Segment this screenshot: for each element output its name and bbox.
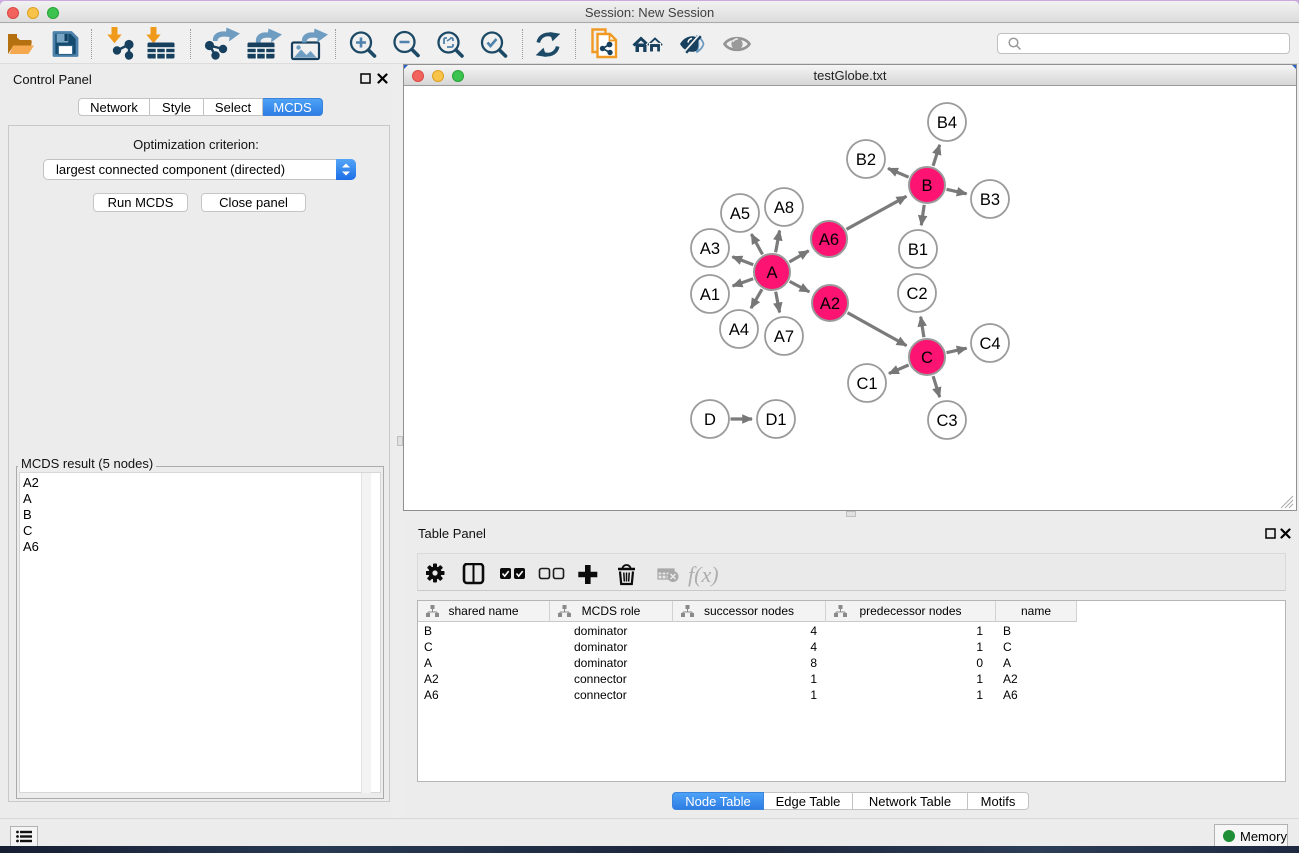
svg-text:f(x): f(x) — [688, 563, 719, 587]
svg-text:B4: B4 — [937, 114, 957, 132]
svg-text:A6: A6 — [819, 231, 839, 249]
svg-text:A1: A1 — [700, 286, 720, 304]
svg-text:B3: B3 — [980, 191, 1000, 209]
svg-text:C3: C3 — [936, 412, 957, 430]
svg-text:A5: A5 — [730, 205, 750, 223]
svg-text:A: A — [766, 264, 777, 282]
svg-text:D: D — [704, 411, 716, 429]
svg-text:D1: D1 — [765, 411, 786, 429]
svg-text:C1: C1 — [856, 375, 877, 393]
svg-text:B: B — [921, 177, 932, 195]
svg-text:A7: A7 — [774, 328, 794, 346]
svg-text:C: C — [921, 349, 933, 367]
svg-text:A4: A4 — [729, 321, 749, 339]
svg-text:C2: C2 — [906, 285, 927, 303]
svg-text:A8: A8 — [774, 199, 794, 217]
svg-text:A3: A3 — [700, 240, 720, 258]
svg-text:A2: A2 — [820, 295, 840, 313]
svg-text:B2: B2 — [856, 151, 876, 169]
svg-text:B1: B1 — [908, 241, 928, 259]
svg-text:C4: C4 — [979, 335, 1000, 353]
